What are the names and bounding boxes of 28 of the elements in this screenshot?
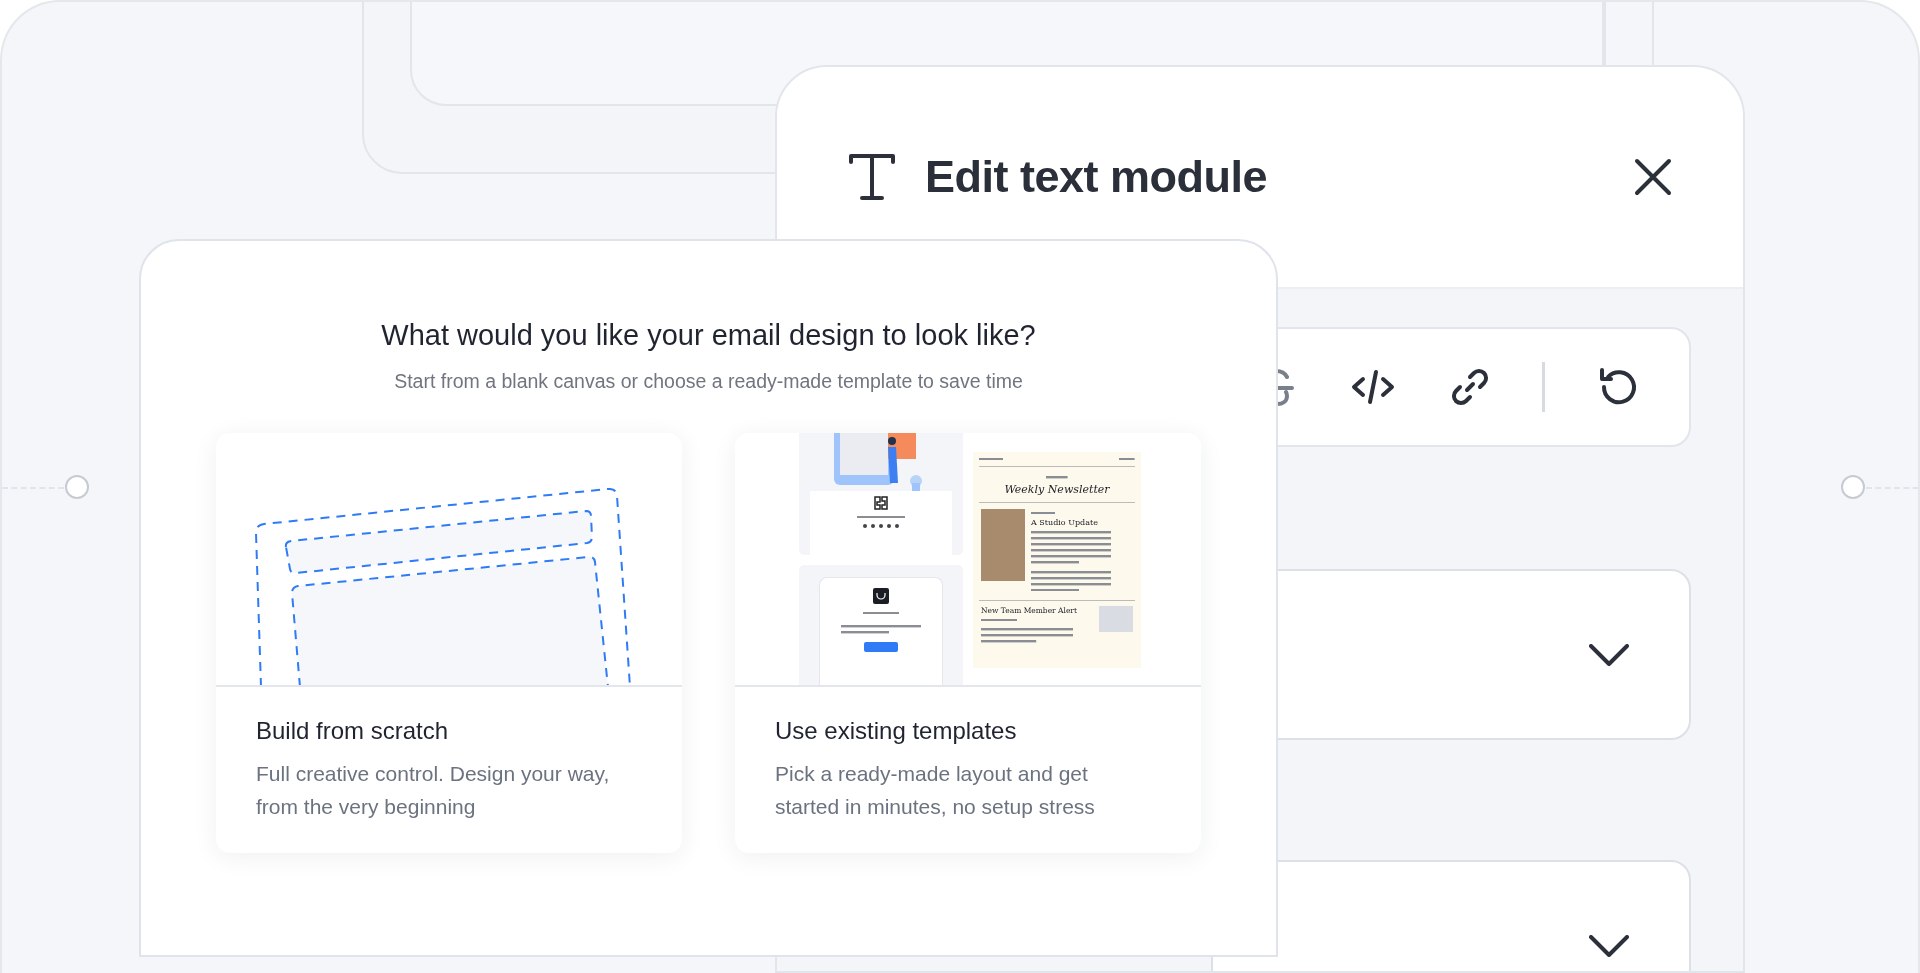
chevron-down-icon xyxy=(1589,934,1629,957)
photo-placeholder xyxy=(1099,605,1133,632)
text-lines-drawing xyxy=(1031,511,1055,515)
logo-icon xyxy=(874,496,888,510)
text-lines-drawing xyxy=(1046,476,1068,479)
text-lines-drawing xyxy=(979,458,1003,461)
text-lines-drawing xyxy=(857,516,905,519)
option-description: Full creative control. Design your way, from the very beginning xyxy=(256,761,611,820)
smile-logo-icon xyxy=(873,588,889,604)
update-title: A Studio Update xyxy=(1031,518,1099,528)
panel-title: Edit text module xyxy=(925,151,1269,203)
social-icons-drawing xyxy=(861,524,901,529)
text-icon xyxy=(847,152,897,202)
modal-subheading: Start from a blank canvas or choose a ready-made template to save time xyxy=(394,370,1023,393)
newsletter-title: Weekly Newsletter xyxy=(1004,482,1110,496)
option-title: Use existing templates xyxy=(775,717,1018,745)
text-lines-drawing xyxy=(981,618,1017,622)
option-card[interactable]: Build from scratch Full creative control. Design your way, from the very beginning xyxy=(216,433,682,853)
close-button[interactable] xyxy=(1633,157,1673,197)
chevron-down-icon xyxy=(1589,643,1629,666)
verify-button xyxy=(864,641,898,652)
resize-handle[interactable] xyxy=(1841,475,1865,499)
option-title: Build from scratch xyxy=(256,717,450,745)
resize-handle[interactable] xyxy=(65,475,89,499)
text-lines-drawing xyxy=(863,612,899,615)
text-lines-drawing xyxy=(1119,458,1135,461)
option-description: Pick a ready-made layout and get started in minutes, no setup stress xyxy=(775,761,1096,820)
modal-heading: What would you like your email design to look like? xyxy=(381,319,1036,352)
